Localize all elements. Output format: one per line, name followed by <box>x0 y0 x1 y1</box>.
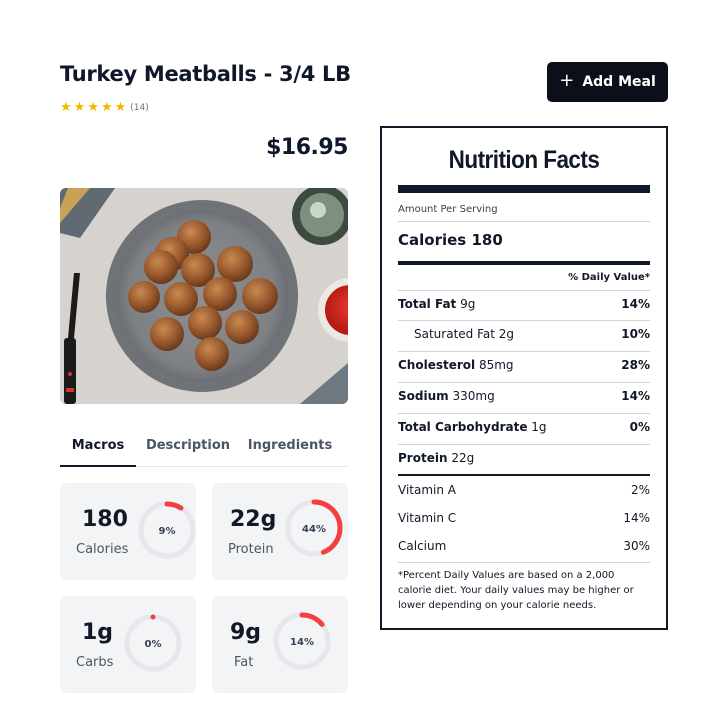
tab-bar: Macros Description Ingredients <box>60 428 348 467</box>
tab-description[interactable]: Description <box>136 428 240 466</box>
star-icon: ★ <box>100 100 113 115</box>
nutrient-row: Sodium 330mg 14% <box>398 389 650 403</box>
nutrient-row: Total Fat 9g 14% <box>398 297 650 311</box>
macro-percent: 0% <box>145 639 162 650</box>
macro-percent: 14% <box>290 637 314 648</box>
divider <box>398 413 650 414</box>
star-icon: ★ <box>114 100 127 115</box>
nutrient-row: Total Carbohydrate 1g 0% <box>398 420 650 434</box>
macro-ring: 14% <box>273 612 331 670</box>
divider <box>398 320 650 321</box>
tab-macros[interactable]: Macros <box>60 428 136 467</box>
daily-value-header: % Daily Value* <box>568 272 650 283</box>
add-meal-label: Add Meal <box>582 74 656 90</box>
macro-value: 9g <box>230 620 262 645</box>
macro-label: Carbs <box>76 655 114 670</box>
calories-label: Calories 180 <box>398 231 503 249</box>
macro-percent: 9% <box>159 526 176 537</box>
macro-ring: 44% <box>285 499 343 557</box>
vitamin-row: Vitamin C 14% <box>398 511 650 525</box>
vitamin-row: Vitamin A 2% <box>398 483 650 497</box>
macro-label: Protein <box>228 542 274 557</box>
macro-ring: 0% <box>124 614 182 672</box>
star-icon: ★ <box>87 100 99 115</box>
calories-row: Calories 180 <box>398 231 650 249</box>
macro-card-protein: 22g Protein 44% <box>212 483 348 580</box>
divider <box>398 382 650 383</box>
macro-value: 1g <box>82 620 114 645</box>
macro-ring: 9% <box>138 501 196 559</box>
macro-card-calories: 180 Calories 9% <box>60 483 196 580</box>
amount-per-serving: Amount Per Serving <box>398 204 498 215</box>
macro-label: Fat <box>234 655 254 670</box>
nutrient-row: Protein 22g <box>398 451 475 465</box>
macro-card-fat: 9g Fat 14% <box>212 596 348 693</box>
divider <box>398 221 650 222</box>
macro-label: Calories <box>76 542 129 557</box>
star-icon: ★ <box>73 100 86 115</box>
add-meal-button[interactable]: + Add Meal <box>547 62 668 102</box>
divider <box>398 562 650 563</box>
nutrient-row: Cholesterol 85mg 28% <box>398 358 650 372</box>
rating-count: (14) <box>130 102 149 113</box>
macro-value: 180 <box>82 507 128 532</box>
macro-card-carbs: 1g Carbs 0% <box>60 596 196 693</box>
product-title: Turkey Meatballs - 3/4 LB <box>60 62 351 86</box>
price: $16.95 <box>266 135 348 160</box>
divider <box>398 290 650 291</box>
divider <box>398 444 650 445</box>
nutrition-title: Nutrition Facts <box>448 146 600 174</box>
divider <box>398 351 650 352</box>
rating: ★ ★ ★ ★ ★ (14) <box>60 101 149 114</box>
footnote: *Percent Daily Values are based on a 2,0… <box>398 570 634 611</box>
star-icon: ★ <box>60 100 72 115</box>
plus-icon: + <box>559 69 575 91</box>
product-image <box>60 188 348 404</box>
divider <box>398 261 650 265</box>
nutrient-row: Saturated Fat 2g 10% <box>414 327 650 341</box>
macro-value: 22g <box>230 507 277 532</box>
divider <box>398 474 650 476</box>
vitamin-row: Calcium 30% <box>398 539 650 553</box>
nutrition-facts-panel: Nutrition Facts Amount Per Serving Calor… <box>380 126 668 630</box>
divider <box>398 185 650 193</box>
tab-ingredients[interactable]: Ingredients <box>240 428 340 466</box>
macro-percent: 44% <box>302 524 326 535</box>
